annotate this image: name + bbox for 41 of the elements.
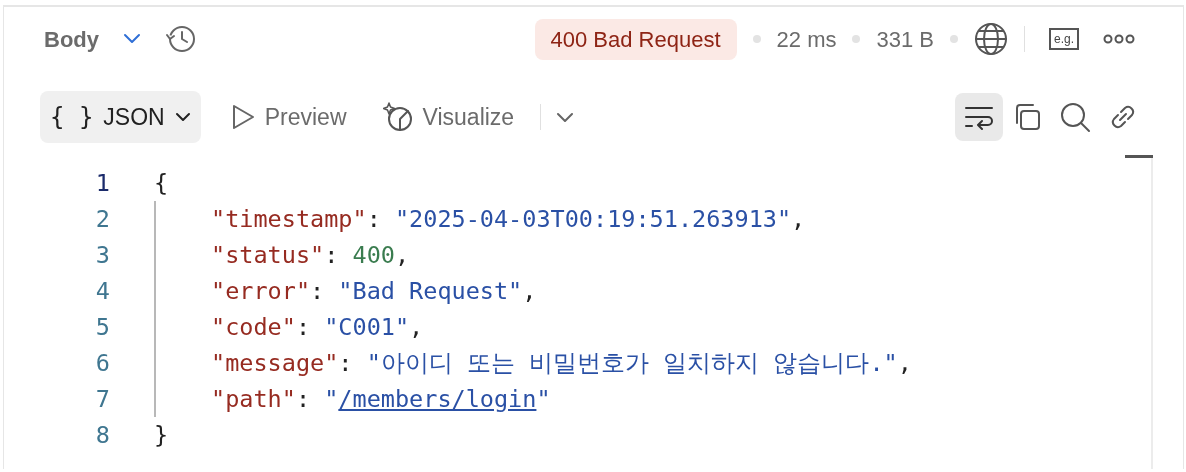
section-dropdown[interactable]: Body [44,22,141,56]
code-line: } [154,421,169,449]
code-line: "timestamp": "2025-04-03T00:19:51.263913", [211,205,806,233]
wrap-icon [964,104,994,130]
scrollbar-thumb[interactable] [1125,155,1153,158]
line-number: 6 [94,348,110,379]
chevron-down-icon [556,112,575,122]
response-time: 22 ms [776,25,837,54]
more-icon [1103,34,1135,44]
line-number: 7 [94,384,110,415]
globe-icon[interactable] [974,22,1008,56]
word-wrap-button[interactable] [955,93,1003,141]
view-tab[interactable]: { } JSON [40,91,201,143]
response-size: 331 B [876,25,934,54]
code-line: "message": "아이디 또는 비밀번호가 일치하지 않습니다.", [211,349,912,377]
status-badge: 400 Bad Request [534,18,737,60]
chevron-down-icon [123,33,141,45]
history-icon [165,23,197,55]
line-number: 8 [94,420,110,451]
view-tab[interactable]: Preview [220,91,357,143]
separator-dot [752,35,761,43]
path-link[interactable]: /members/login [338,385,537,413]
view-tab[interactable]: Visualize [372,91,525,143]
chevron-down-icon [174,112,191,122]
line-number: 2 [94,204,110,235]
example-button[interactable]: e.g. [1049,28,1079,50]
sparkle-chart-icon [382,102,413,132]
code-line: { [154,169,169,197]
code-line: "code": "C001", [211,313,424,341]
code-line: "error": "Bad Request", [211,277,537,305]
code-line: "path": " [211,385,339,413]
line-number: 4 [94,276,110,307]
code-line: "status": 400, [211,241,410,269]
line-number: 3 [94,240,110,271]
line-number: 5 [94,312,110,343]
play-icon [230,104,255,130]
code-text: " [536,385,551,413]
search-icon [1059,101,1091,133]
line-number: 1 [94,168,110,199]
separator-dot [950,35,958,43]
separator-dot [852,35,861,43]
